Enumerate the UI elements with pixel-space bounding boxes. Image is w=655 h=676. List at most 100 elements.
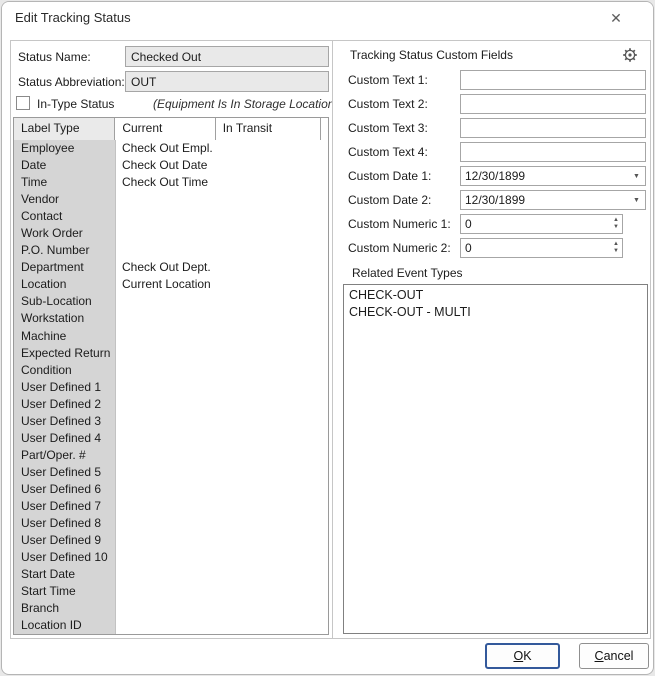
spin-up-icon[interactable]: ▲ [613,217,619,224]
list-item[interactable]: CHECK-OUT [344,287,647,304]
cell-transit[interactable] [217,259,323,276]
table-row[interactable]: User Defined 4 [14,430,328,447]
custom-text-input[interactable] [460,118,646,138]
cell-transit[interactable] [217,293,323,310]
table-row[interactable]: User Defined 2 [14,396,328,413]
numeric-spinner[interactable]: ▲▼ [609,214,623,234]
table-row[interactable]: EmployeeCheck Out Empl. [14,140,328,157]
cell-current[interactable] [116,413,217,430]
cell-transit[interactable] [217,362,323,379]
cell-transit[interactable] [217,498,323,515]
in-type-status-checkbox[interactable] [16,96,30,110]
table-row[interactable]: Workstation [14,310,328,327]
spin-down-icon[interactable]: ▼ [613,248,619,255]
cell-transit[interactable] [217,242,323,259]
list-item[interactable]: CHECK-OUT - MULTI [344,304,647,321]
cell-transit[interactable] [217,430,323,447]
status-abbreviation-field[interactable] [125,71,329,92]
cell-current[interactable] [116,379,217,396]
status-name-field[interactable] [125,46,329,67]
cell-transit[interactable] [217,140,323,157]
table-row[interactable]: User Defined 10 [14,549,328,566]
table-row[interactable]: DepartmentCheck Out Dept. [14,259,328,276]
cell-current[interactable] [116,293,217,310]
cell-current[interactable] [116,430,217,447]
custom-text-input[interactable] [460,94,646,114]
custom-numeric-input[interactable] [460,238,623,258]
table-row[interactable]: User Defined 1 [14,379,328,396]
grid-header-in-transit[interactable]: In Transit [216,118,321,140]
table-row[interactable]: User Defined 8 [14,515,328,532]
table-row[interactable]: LocationCurrent Location [14,276,328,293]
table-row[interactable]: Branch [14,600,328,617]
cell-current[interactable]: Current Location [116,276,217,293]
cell-current[interactable] [116,447,217,464]
table-row[interactable]: Sub-Location [14,293,328,310]
table-row[interactable]: P.O. Number [14,242,328,259]
cell-transit[interactable] [217,174,323,191]
cell-transit[interactable] [217,464,323,481]
table-row[interactable]: DateCheck Out Date [14,157,328,174]
cell-transit[interactable] [217,515,323,532]
cell-transit[interactable] [217,310,323,327]
cell-transit[interactable] [217,191,323,208]
table-row[interactable]: User Defined 5 [14,464,328,481]
table-row[interactable]: User Defined 9 [14,532,328,549]
grid-header-current[interactable]: Current [115,118,215,140]
table-row[interactable]: Vendor [14,191,328,208]
cell-transit[interactable] [217,225,323,242]
chevron-down-icon[interactable]: ▼ [633,197,640,204]
table-row[interactable]: Work Order [14,225,328,242]
cell-current[interactable] [116,191,217,208]
table-row[interactable]: Location ID [14,617,328,634]
cell-current[interactable] [116,396,217,413]
table-row[interactable]: Start Date [14,566,328,583]
cell-current[interactable]: Check Out Time [116,174,217,191]
ok-button[interactable]: OK [485,643,560,669]
cell-transit[interactable] [217,583,323,600]
cell-current[interactable] [116,515,217,532]
cell-current[interactable]: Check Out Dept. [116,259,217,276]
cell-current[interactable] [116,532,217,549]
cell-transit[interactable] [217,549,323,566]
table-row[interactable]: Expected Return [14,345,328,362]
table-row[interactable]: TimeCheck Out Time [14,174,328,191]
cell-current[interactable]: Check Out Empl. [116,140,217,157]
grid-header-label-type[interactable]: Label Type [14,118,115,140]
cell-transit[interactable] [217,413,323,430]
table-row[interactable]: User Defined 3 [14,413,328,430]
close-icon[interactable]: ✕ [605,7,627,29]
cell-transit[interactable] [217,157,323,174]
custom-numeric-input[interactable] [460,214,623,234]
cell-current[interactable] [116,242,217,259]
cell-transit[interactable] [217,276,323,293]
spin-down-icon[interactable]: ▼ [613,224,619,231]
cell-transit[interactable] [217,379,323,396]
cell-transit[interactable] [217,532,323,549]
cell-current[interactable] [116,328,217,345]
table-row[interactable]: User Defined 7 [14,498,328,515]
cell-transit[interactable] [217,208,323,225]
cell-transit[interactable] [217,396,323,413]
cell-transit[interactable] [217,345,323,362]
cell-current[interactable] [116,225,217,242]
cell-current[interactable] [116,464,217,481]
cell-current[interactable] [116,498,217,515]
cell-current[interactable] [116,583,217,600]
cancel-button[interactable]: Cancel [579,643,649,669]
custom-text-input[interactable] [460,142,646,162]
cell-transit[interactable] [217,617,323,634]
cell-current[interactable] [116,481,217,498]
cell-current[interactable] [116,345,217,362]
cell-transit[interactable] [217,328,323,345]
cell-current[interactable]: Check Out Date [116,157,217,174]
table-row[interactable]: User Defined 6 [14,481,328,498]
table-row[interactable]: Part/Oper. # [14,447,328,464]
cell-current[interactable] [116,617,217,634]
custom-text-input[interactable] [460,70,646,90]
related-event-types-listbox[interactable]: CHECK-OUTCHECK-OUT - MULTI [343,284,648,634]
numeric-spinner[interactable]: ▲▼ [609,238,623,258]
spin-up-icon[interactable]: ▲ [613,241,619,248]
cell-current[interactable] [116,208,217,225]
custom-date-input[interactable] [460,166,646,186]
